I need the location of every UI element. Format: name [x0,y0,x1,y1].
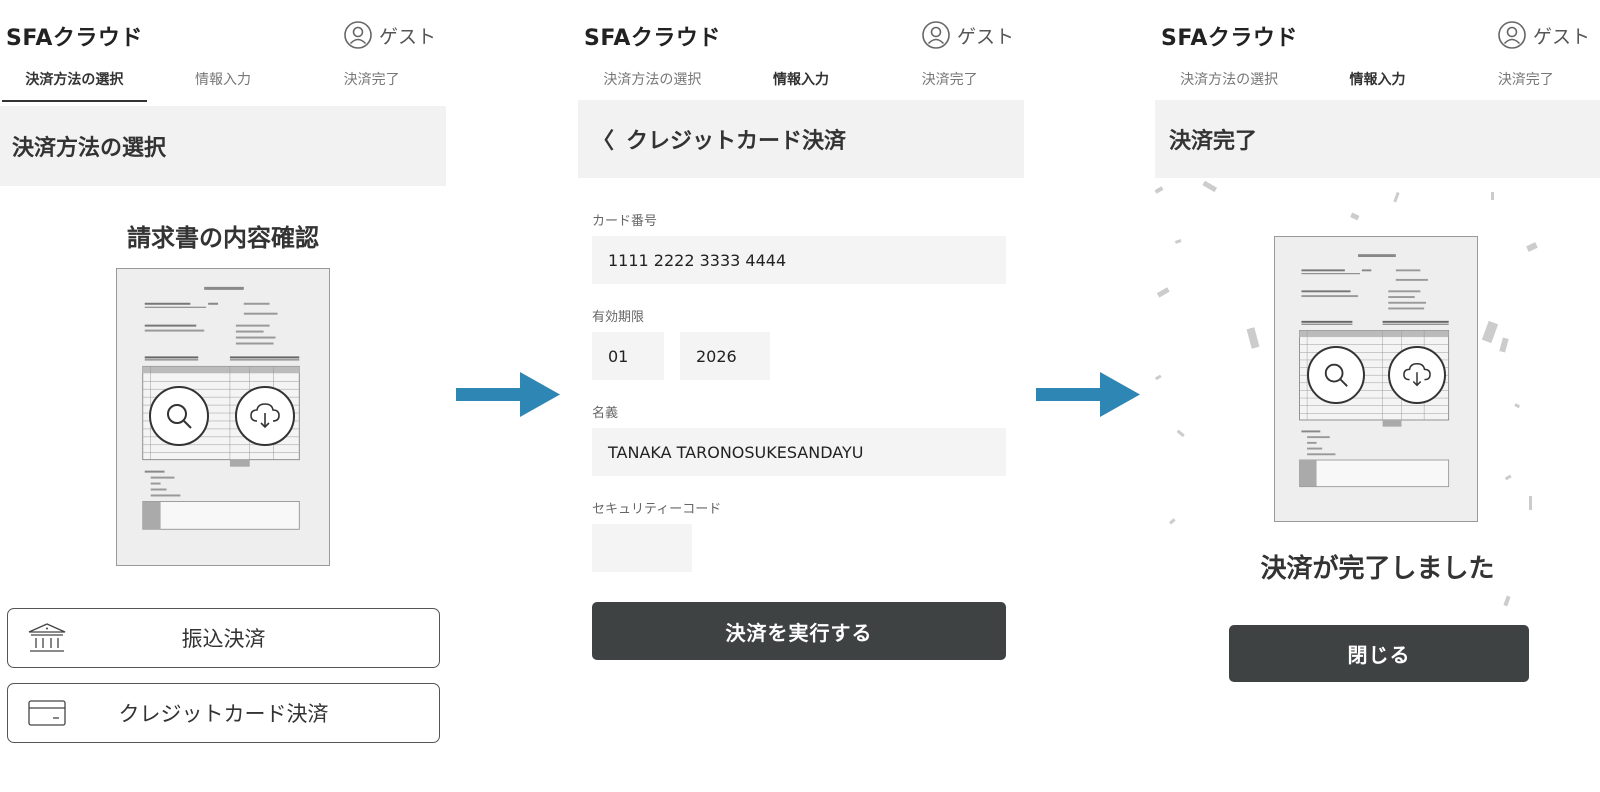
cardholder-name-input[interactable]: TANAKA TARONOSUKESANDAYU [592,428,1006,476]
card-number-input[interactable]: 1111 2222 3333 4444 [592,236,1006,284]
security-code-input[interactable] [592,524,692,572]
user-label: ゲスト [1532,25,1590,48]
back-chevron-icon[interactable]: 〈 [592,123,614,155]
download-invoice-button[interactable] [1388,346,1446,404]
zoom-invoice-button[interactable] [149,386,209,446]
expiry-month-input[interactable]: 01 [592,332,664,380]
user-menu[interactable]: ゲスト [921,20,1014,50]
section-heading: 決済方法の選択 [0,106,446,186]
expiry-label: 有効期限 [592,310,645,325]
screen-payment-complete: SFAクラウド ゲスト 決済方法の選択 情報入力 決済完了 決済完了 決済が完了… [1155,0,1600,792]
app-title: SFAクラウド [6,26,143,51]
user-label: ゲスト [956,25,1014,48]
user-menu[interactable]: ゲスト [1497,20,1590,50]
magnifier-icon [1324,363,1348,387]
execute-payment-button[interactable]: 決済を実行する [592,602,1006,660]
user-icon [922,21,950,49]
user-label: ゲスト [378,25,436,48]
completion-message: 決済が完了しました [1260,554,1495,584]
close-button[interactable]: 閉じる [1229,625,1529,682]
magnifier-icon [167,404,192,429]
step-tabs: 決済方法の選択 情報入力 決済完了 [0,62,446,106]
arrow-right-icon [456,372,560,417]
section-heading: 決済完了 [1155,100,1600,178]
cardholder-name-label: 名義 [592,406,619,421]
tab-info-input[interactable]: 情報入力 [149,62,298,106]
arrow-right-icon [1036,372,1140,417]
screen-credit-card-input: SFAクラウド ゲスト 決済方法の選択 情報入力 決済完了 〈 クレジットカード… [578,0,1024,792]
app-title: SFAクラウド [1161,26,1298,51]
credit-card-label: クレジットカード決済 [118,702,329,726]
bank-transfer-button[interactable]: 振込決済 [7,608,440,668]
bank-transfer-label: 振込決済 [181,627,266,651]
invoice-preview [116,268,330,566]
expiry-year-input[interactable]: 2026 [680,332,770,380]
user-icon [344,21,372,49]
invoice-preview [1274,236,1478,522]
screen-payment-method: SFAクラウド ゲスト 決済方法の選択 情報入力 決済完了 決済方法の選択 請求… [0,0,446,792]
security-code-label: セキュリティーコード [592,502,722,517]
tab-payment-complete[interactable]: 決済完了 [297,62,446,106]
credit-card-icon [28,700,66,726]
credit-card-button[interactable]: クレジットカード決済 [7,683,440,743]
download-invoice-button[interactable] [235,386,295,446]
zoom-invoice-button[interactable] [1307,346,1365,404]
invoice-title: 請求書の内容確認 [127,224,319,252]
cloud-download-icon [250,403,280,429]
section-heading: 〈 クレジットカード決済 [578,100,1024,178]
user-menu[interactable]: ゲスト [343,20,436,50]
section-heading-label: クレジットカード決済 [626,129,847,154]
app-title: SFAクラウド [584,26,721,51]
invoice-document-image [1299,254,1450,488]
cloud-download-icon [1403,363,1431,387]
bank-icon [28,623,66,652]
user-icon [1498,21,1526,49]
tab-payment-method[interactable]: 決済方法の選択 [0,62,149,106]
card-number-label: カード番号 [592,214,658,229]
